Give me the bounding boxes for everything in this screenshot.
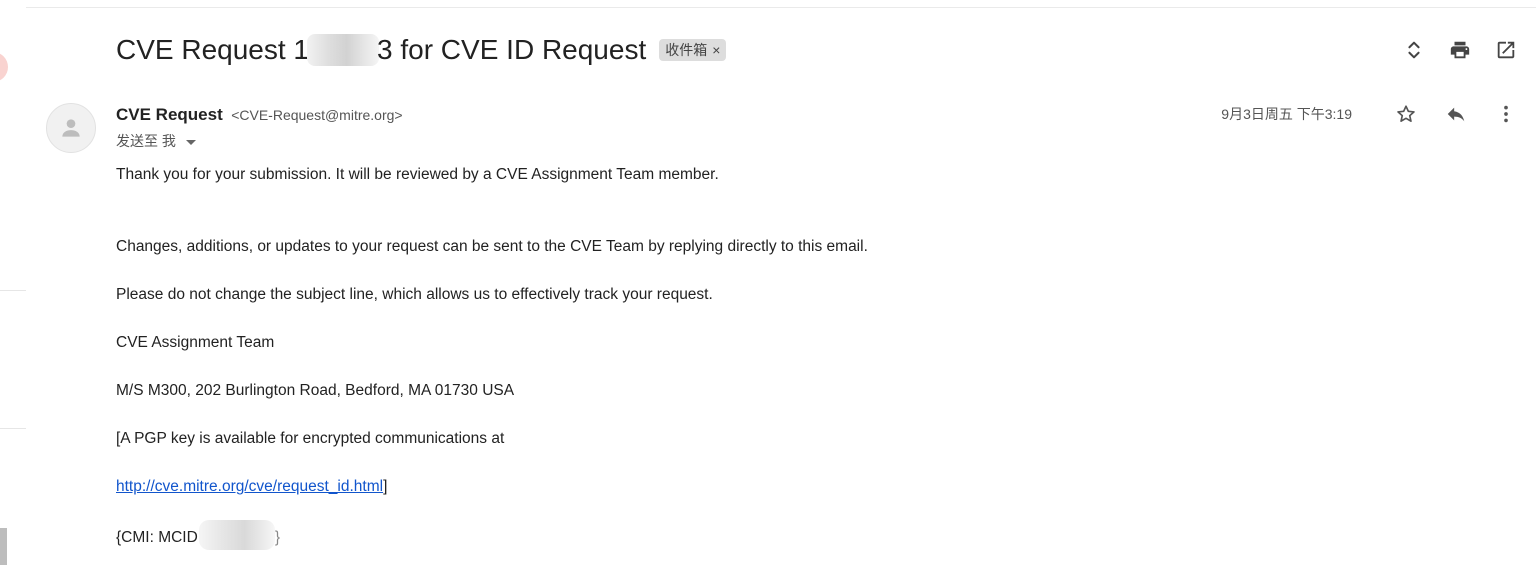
cmi-line: {CMI: MCID} <box>116 520 280 550</box>
reply-icon[interactable] <box>1444 102 1468 126</box>
redacted-blur <box>307 34 379 66</box>
open-new-window-icon[interactable] <box>1494 38 1518 62</box>
chevron-down-icon[interactable] <box>185 139 196 145</box>
link-bracket: ] <box>383 478 388 495</box>
body-paragraph: Changes, additions, or updates to your r… <box>116 238 868 255</box>
cmi-prefix: {CMI: MCID <box>116 529 198 547</box>
pgp-link-line: http://cve.mitre.org/cve/request_id.html… <box>116 478 387 496</box>
body-paragraph: Thank you for your submission. It will b… <box>116 166 719 183</box>
recipient-line[interactable]: 发送至 我 <box>116 131 196 151</box>
request-id-link[interactable]: http://cve.mitre.org/cve/request_id.html <box>116 478 383 495</box>
signature-address: M/S M300, 202 Burlington Road, Bedford, … <box>116 382 515 399</box>
print-icon[interactable] <box>1448 38 1472 62</box>
sidebar-compose-edge[interactable] <box>0 52 8 82</box>
sender-line: CVE Request <CVE-Request@mitre.org> <box>116 105 403 125</box>
recipient-text: 发送至 我 <box>116 133 176 149</box>
sidebar-scrollbar[interactable] <box>0 528 7 565</box>
sidebar-divider <box>0 428 26 429</box>
remove-label-button[interactable]: × <box>712 42 720 58</box>
inbox-label-text: 收件箱 <box>665 42 708 58</box>
top-divider <box>26 7 1536 8</box>
more-vert-icon[interactable] <box>1494 102 1518 126</box>
sender-avatar[interactable] <box>46 103 96 153</box>
star-icon[interactable] <box>1394 102 1418 126</box>
cmi-suffix: } <box>274 529 280 547</box>
email-subject: CVE Request 1 3 for CVE ID Request 收件箱 × <box>116 30 727 70</box>
message-date: 9月3日周五 下午3:19 <box>1221 106 1352 122</box>
signature-team: CVE Assignment Team <box>116 334 275 351</box>
person-icon <box>62 119 80 137</box>
sender-name[interactable]: CVE Request <box>116 105 223 124</box>
sidebar-divider <box>0 290 26 291</box>
sender-email: <CVE-Request@mitre.org> <box>231 107 403 123</box>
pgp-note: [A PGP key is available for encrypted co… <box>116 430 505 447</box>
expand-collapse-icon[interactable] <box>1402 38 1426 62</box>
subject-text-start: CVE Request 1 <box>116 34 309 65</box>
body-paragraph: Please do not change the subject line, w… <box>116 286 713 303</box>
redacted-blur <box>198 520 275 550</box>
subject-text-end: 3 for CVE ID Request <box>377 34 647 65</box>
inbox-label-chip[interactable]: 收件箱 × <box>659 39 727 61</box>
